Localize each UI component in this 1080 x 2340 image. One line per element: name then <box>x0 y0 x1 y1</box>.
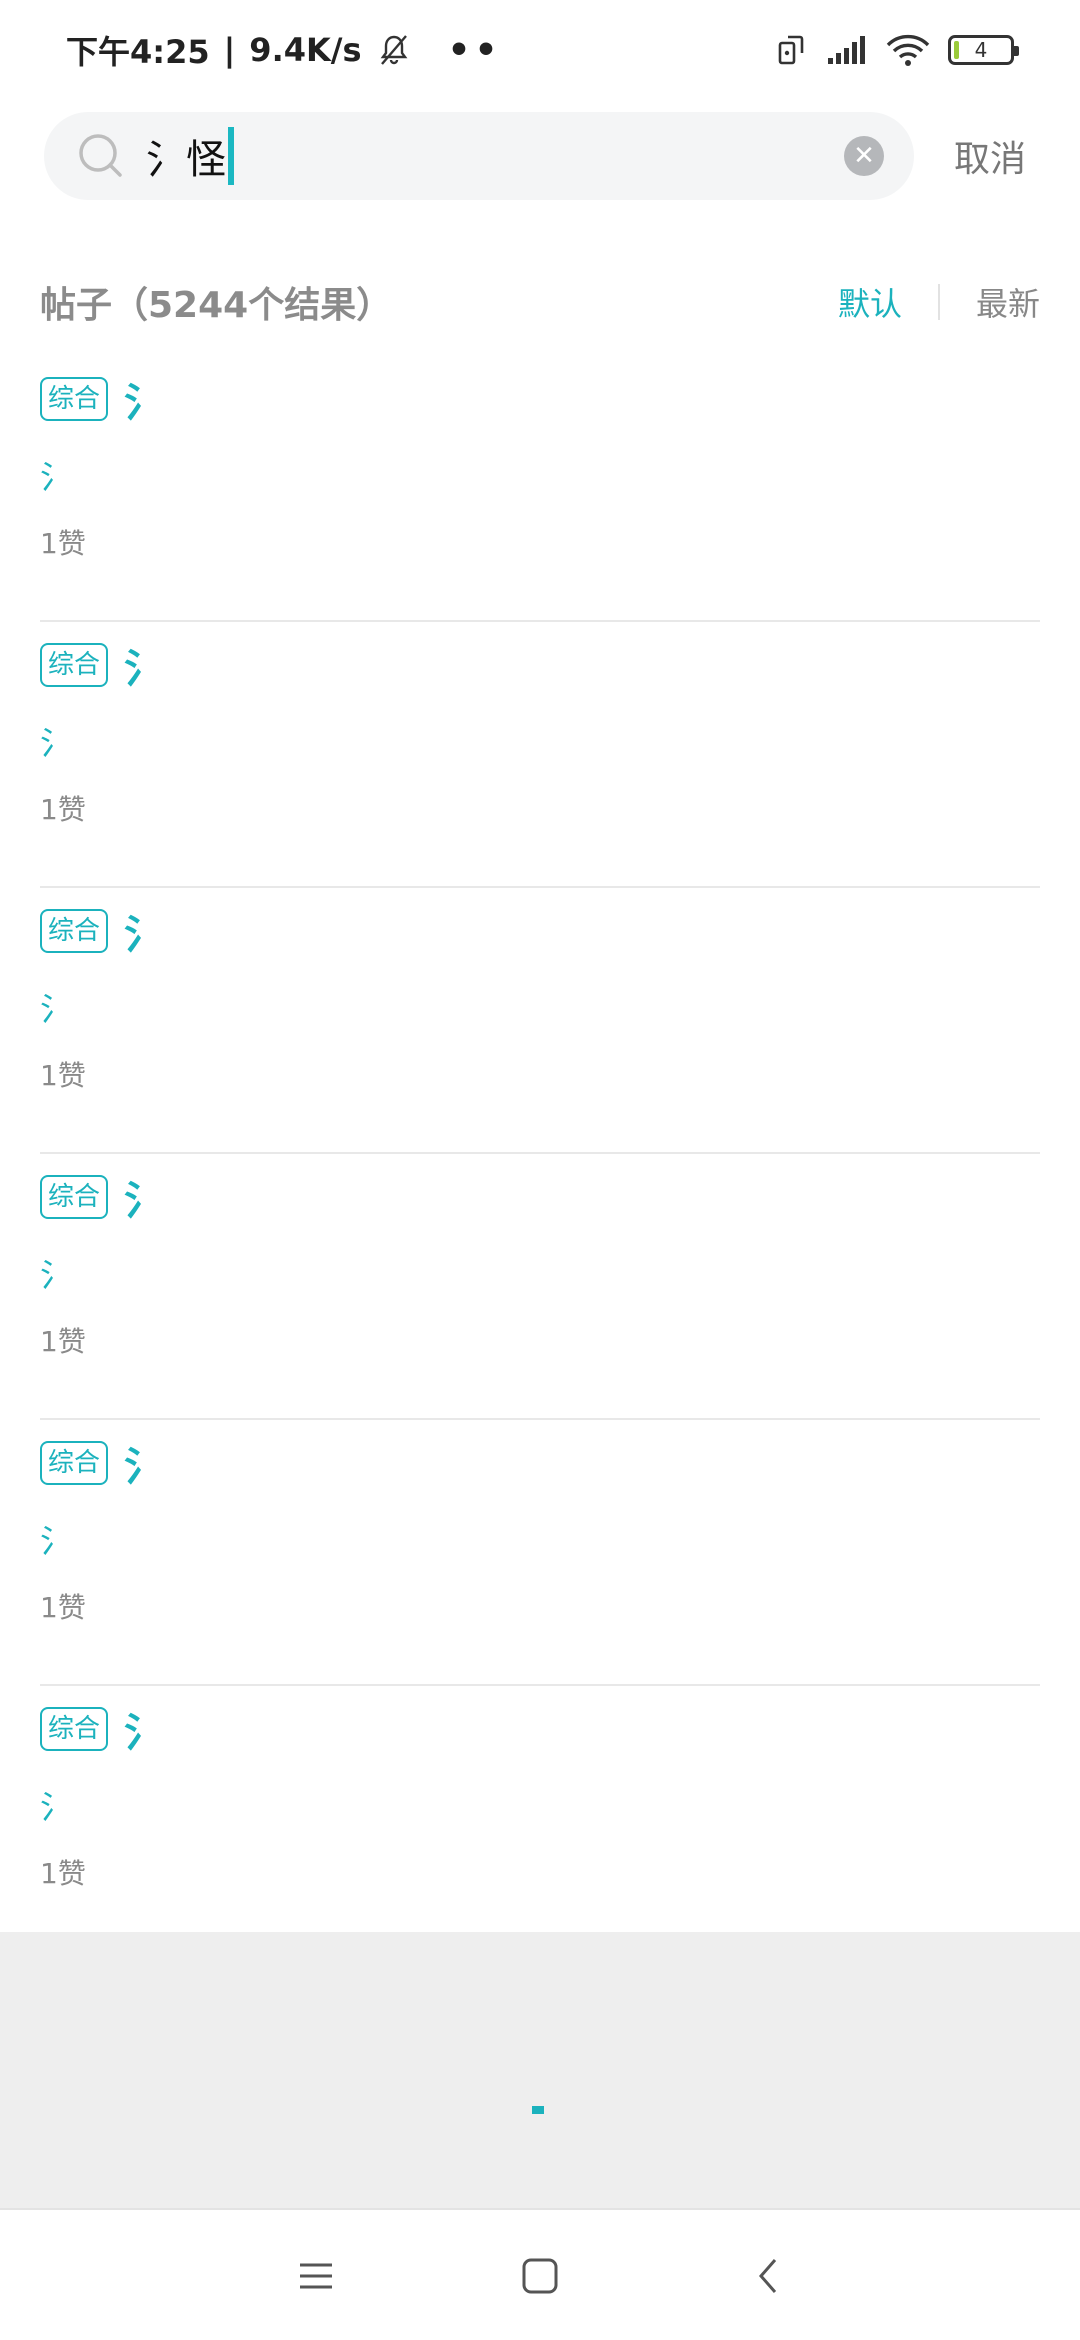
menu-icon[interactable] <box>288 2248 344 2304</box>
result-title: 氵 <box>124 380 165 426</box>
result-snippet: 氵 <box>40 990 73 1028</box>
result-title: 氵 <box>124 1710 165 1756</box>
status-more-dots: •• <box>447 29 502 71</box>
loading-indicator <box>532 2106 544 2114</box>
sort-tab-default[interactable]: 默认 <box>838 279 902 325</box>
result-title: 氵 <box>124 912 165 958</box>
result-title-row: 综合 氵 <box>40 1168 164 1226</box>
category-tag: 综合 <box>40 909 109 953</box>
home-icon[interactable] <box>512 2248 568 2304</box>
loading-area <box>0 1932 1080 2210</box>
category-tag: 综合 <box>40 1441 109 1485</box>
result-snippet: 氵 <box>40 1788 73 1826</box>
search-row: 氵怪 ✕ 取消 <box>44 112 1036 200</box>
status-time: 下午4:25 <box>66 33 210 71</box>
result-title-row: 综合 氵 <box>40 370 164 428</box>
list-item[interactable]: 综合 氵 氵 1赞 <box>40 622 1040 888</box>
result-snippet: 氵 <box>40 1522 73 1560</box>
category-tag: 综合 <box>40 377 109 421</box>
list-item[interactable]: 综合 氵 氵 1赞 <box>40 1686 1040 1952</box>
list-item[interactable]: 综合 氵 氵 1赞 <box>40 1420 1040 1686</box>
sort-tabs: 默认 最新 <box>838 279 1040 325</box>
status-right: 4 <box>774 33 1019 67</box>
search-query: 氵怪 <box>146 137 226 183</box>
cancel-button[interactable]: 取消 <box>954 130 1026 182</box>
result-snippet: 氵 <box>40 724 73 762</box>
battery-icon: 4 <box>948 35 1019 65</box>
battery-level-fill <box>954 41 959 59</box>
text-caret <box>228 127 234 185</box>
search-input[interactable]: 氵怪 <box>146 126 844 186</box>
result-title: 氵 <box>124 1178 165 1224</box>
sort-divider <box>937 284 940 320</box>
search-box[interactable]: 氵怪 ✕ <box>44 112 914 200</box>
status-separator: | <box>223 31 236 69</box>
result-title: 氵 <box>124 1444 165 1490</box>
bell-off-icon <box>380 35 407 65</box>
result-likes: 1赞 <box>40 1325 86 1358</box>
list-item[interactable]: 综合 氵 氵 1赞 <box>40 356 1040 622</box>
battery-level: 4 <box>974 38 988 62</box>
category-tag: 综合 <box>40 643 109 687</box>
result-snippet: 氵 <box>40 458 73 496</box>
result-title: 氵 <box>124 646 165 692</box>
result-title-row: 综合 氵 <box>40 902 164 960</box>
result-title-row: 综合 氵 <box>40 1434 164 1492</box>
result-title-row: 综合 氵 <box>40 1700 164 1758</box>
search-results-screen: 下午4:25 | 9.4K/s •• 4 氵怪 ✕ 取消 帖子（5244个结果）… <box>0 0 1080 2340</box>
list-item[interactable]: 综合 氵 氵 1赞 <box>40 888 1040 1154</box>
clear-search-icon[interactable]: ✕ <box>844 136 884 176</box>
result-list: 综合 氵 氵 1赞 综合 氵 氵 1赞 综合 氵 氵 1赞 综合 氵 氵 1赞 … <box>40 356 1040 1952</box>
category-tag: 综合 <box>40 1175 109 1219</box>
result-likes: 1赞 <box>40 527 86 560</box>
category-tag: 综合 <box>40 1707 109 1751</box>
status-left: 下午4:25 | 9.4K/s •• <box>66 27 502 73</box>
rotate-icon <box>778 35 804 65</box>
wifi-icon <box>886 34 930 66</box>
list-item[interactable]: 综合 氵 氵 1赞 <box>40 1154 1040 1420</box>
result-title-row: 综合 氵 <box>40 636 164 694</box>
back-icon[interactable] <box>740 2248 796 2304</box>
result-likes: 1赞 <box>40 793 86 826</box>
result-likes: 1赞 <box>40 1059 86 1092</box>
result-likes: 1赞 <box>40 1857 86 1890</box>
navigation-bar <box>0 2212 1080 2340</box>
result-likes: 1赞 <box>40 1591 86 1624</box>
status-net-speed: 9.4K/s <box>249 31 362 69</box>
sort-tab-latest[interactable]: 最新 <box>976 279 1040 325</box>
results-count-title: 帖子（5244个结果） <box>40 285 393 326</box>
signal-icon <box>828 36 865 64</box>
status-bar: 下午4:25 | 9.4K/s •• 4 <box>0 0 1080 100</box>
results-header: 帖子（5244个结果） 默认 最新 <box>40 270 1040 334</box>
result-snippet: 氵 <box>40 1256 73 1294</box>
search-icon <box>79 134 122 177</box>
